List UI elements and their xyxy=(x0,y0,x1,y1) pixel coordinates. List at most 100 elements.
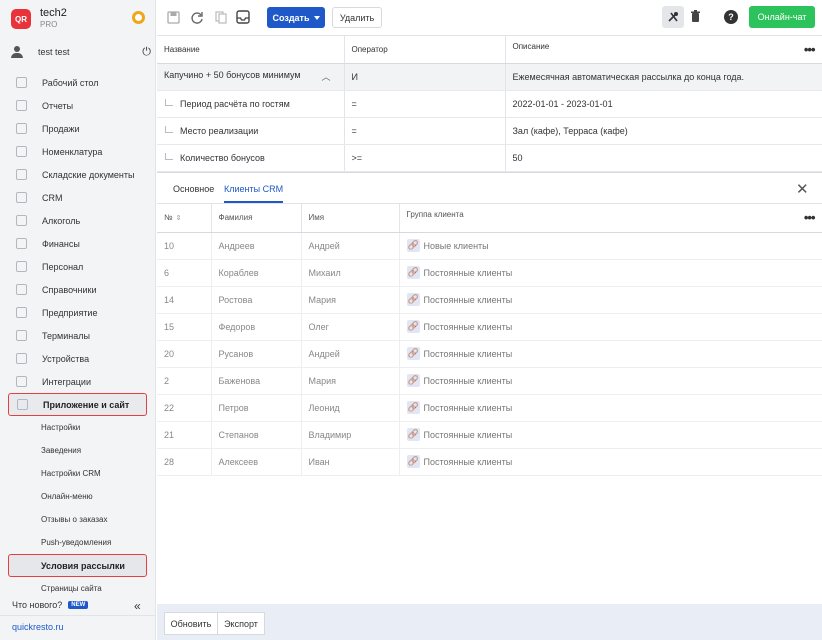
table-row[interactable]: Капучино + 50 бонусов минимум ︿ И Ежемеся… xyxy=(157,63,822,91)
sidebar-item-app-and-site[interactable]: Приложение и сайт xyxy=(8,393,147,416)
submenu-item-order-reviews[interactable]: Отзывы о заказах xyxy=(0,508,156,531)
trash-icon[interactable] xyxy=(690,10,701,23)
export-button[interactable]: Экспорт xyxy=(217,612,265,635)
client-group: Постоянные клиенты xyxy=(423,322,513,332)
sidebar-item-enterprise[interactable]: Предприятие xyxy=(0,301,156,324)
client-last-name: Петров xyxy=(211,394,302,422)
delete-button[interactable]: Удалить xyxy=(332,7,382,28)
more-options-icon[interactable]: ••• xyxy=(804,42,816,57)
save-icon[interactable] xyxy=(167,11,180,24)
logout-power-icon[interactable]: ⏻ xyxy=(142,46,151,59)
sidebar-item-finance[interactable]: Финансы xyxy=(0,232,156,255)
divider xyxy=(0,615,156,616)
chevron-up-icon[interactable]: ︿ xyxy=(321,70,330,83)
link-icon[interactable] xyxy=(406,428,420,441)
mailing-conditions-table: Название Оператор Описание ••• Капучино +… xyxy=(157,36,822,172)
client-group: Постоянные клиенты xyxy=(423,349,513,359)
column-header-last-name[interactable]: Фамилия xyxy=(211,204,302,233)
tab-general[interactable]: Основное xyxy=(173,184,214,194)
table-row[interactable]: 14РостоваМария Постоянные клиенты xyxy=(157,286,822,314)
create-button[interactable]: Создать xyxy=(267,7,325,28)
client-last-name: Кораблев xyxy=(211,259,302,287)
site-link[interactable]: quickresto.ru xyxy=(12,622,64,632)
sidebar-item-devices[interactable]: Устройства xyxy=(0,347,156,370)
sidebar-item-integrations[interactable]: Интеграции xyxy=(0,370,156,393)
close-icon[interactable]: ✕ xyxy=(796,180,809,198)
table-row[interactable]: 22ПетровЛеонид Постоянные клиенты xyxy=(157,394,822,422)
whats-new-link[interactable]: Что нового? NEW xyxy=(12,600,89,610)
table-row[interactable]: 28АлексеевИван Постоянные клиенты xyxy=(157,448,822,476)
client-group-cell[interactable]: Постоянные клиенты xyxy=(399,448,822,476)
terminal-icon xyxy=(16,330,27,341)
table-row[interactable]: Место реализации = Зал (кафе), Терраса (… xyxy=(157,117,822,145)
column-header-description[interactable]: Описание ••• xyxy=(505,36,822,64)
client-last-name: Федоров xyxy=(211,313,302,341)
client-group-cell[interactable]: Постоянные клиенты xyxy=(399,421,822,449)
link-icon[interactable] xyxy=(406,347,420,360)
submenu-item-site-pages[interactable]: Страницы сайта xyxy=(0,577,156,600)
client-group-cell[interactable]: Новые клиенты xyxy=(399,232,822,260)
online-chat-button[interactable]: Онлайн-чат xyxy=(749,6,815,28)
table-row[interactable]: Период расчёта по гостям = 2022-01-01 - … xyxy=(157,90,822,118)
table-row[interactable]: Количество бонусов >= 50 xyxy=(157,144,822,172)
column-header-client-group[interactable]: Группа клиента ••• xyxy=(399,204,822,233)
table-row[interactable]: 10АндреевАндрей Новые клиенты xyxy=(157,232,822,260)
table-row[interactable]: 15ФедоровОлег Постоянные клиенты xyxy=(157,313,822,341)
sidebar-item-warehouse[interactable]: Складские документы xyxy=(0,163,156,186)
client-last-name: Русанов xyxy=(211,340,302,368)
sidebar-item-nomenclature[interactable]: Номенклатура xyxy=(0,140,156,163)
table-row[interactable]: 20РусановАндрей Постоянные клиенты xyxy=(157,340,822,368)
sidebar-item-alcohol[interactable]: Алкоголь xyxy=(0,209,156,232)
sidebar-item-sales[interactable]: Продажи xyxy=(0,117,156,140)
collapse-sidebar-icon[interactable]: « xyxy=(134,599,141,613)
refresh-icon[interactable] xyxy=(190,10,204,24)
submenu-item-venues[interactable]: Заведения xyxy=(0,439,156,462)
help-icon[interactable]: ? xyxy=(724,10,738,24)
column-header-first-name[interactable]: Имя xyxy=(301,204,400,233)
column-header-operator[interactable]: Оператор xyxy=(344,36,506,64)
sidebar-item-dashboard[interactable]: Рабочий стол xyxy=(0,71,156,94)
client-group-cell[interactable]: Постоянные клиенты xyxy=(399,367,822,395)
refresh-button[interactable]: Обновить xyxy=(164,612,218,635)
client-group: Постоянные клиенты xyxy=(423,295,513,305)
link-icon[interactable] xyxy=(406,266,420,279)
sort-icon[interactable]: ⇕ xyxy=(176,215,182,222)
dashboard-icon xyxy=(16,77,27,88)
theme-toggle-sun-icon[interactable] xyxy=(132,11,145,24)
inbox-icon[interactable] xyxy=(236,10,250,24)
client-number: 15 xyxy=(157,313,212,341)
table-row[interactable]: 21СтепановВладимир Постоянные клиенты xyxy=(157,421,822,449)
sidebar-item-directories[interactable]: Справочники xyxy=(0,278,156,301)
client-group-cell[interactable]: Постоянные клиенты xyxy=(399,286,822,314)
submenu-item-online-menu[interactable]: Онлайн-меню xyxy=(0,485,156,508)
column-header-name[interactable]: Название xyxy=(157,36,345,64)
printer-icon xyxy=(16,353,27,364)
client-group-cell[interactable]: Постоянные клиенты xyxy=(399,313,822,341)
sidebar-item-terminals[interactable]: Терминалы xyxy=(0,324,156,347)
tab-crm-clients[interactable]: Клиенты CRM xyxy=(224,184,284,203)
copy-icon[interactable] xyxy=(214,10,228,24)
sidebar-item-reports[interactable]: Отчеты xyxy=(0,94,156,117)
client-group-cell[interactable]: Постоянные клиенты xyxy=(399,394,822,422)
sidebar-item-staff[interactable]: Персонал xyxy=(0,255,156,278)
column-header-number[interactable]: № ⇕ xyxy=(157,204,212,233)
integration-icon xyxy=(16,376,27,387)
table-row[interactable]: 2БаженоваМария Постоянные клиенты xyxy=(157,367,822,395)
link-icon[interactable] xyxy=(406,320,420,333)
more-options-icon[interactable]: ••• xyxy=(804,210,816,225)
sidebar-item-crm[interactable]: CRM xyxy=(0,186,156,209)
client-group-cell[interactable]: Постоянные клиенты xyxy=(399,340,822,368)
tools-button[interactable] xyxy=(662,6,684,28)
link-icon[interactable] xyxy=(406,293,420,306)
submenu-item-crm-settings[interactable]: Настройки CRM xyxy=(0,462,156,485)
submenu-item-mailing-conditions[interactable]: Условия рассылки xyxy=(8,554,147,577)
reports-icon xyxy=(16,100,27,111)
client-group-cell[interactable]: Постоянные клиенты xyxy=(399,259,822,287)
link-icon[interactable] xyxy=(406,374,420,387)
link-icon[interactable] xyxy=(406,401,420,414)
link-icon[interactable] xyxy=(406,455,420,468)
table-row[interactable]: 6КораблевМихаил Постоянные клиенты xyxy=(157,259,822,287)
submenu-item-push[interactable]: Push-уведомления xyxy=(0,531,156,554)
link-icon[interactable] xyxy=(406,239,420,252)
submenu-item-settings[interactable]: Настройки xyxy=(0,416,156,439)
